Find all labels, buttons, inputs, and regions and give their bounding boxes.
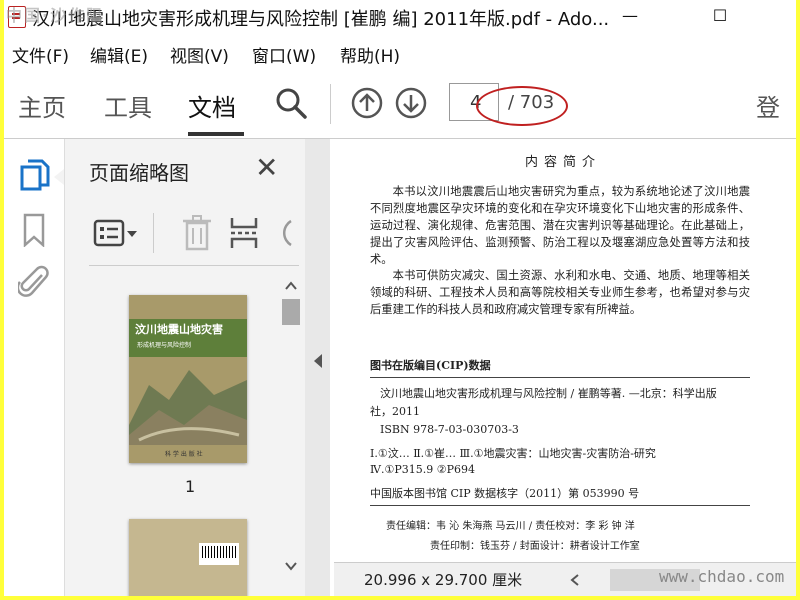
thumbnail-panel: 页面缩略图 ✕ 汶川地震山地灾害 形成机理与风险控制 科 学 出 版 社 1 [65,139,305,596]
menu-window[interactable]: 窗口(W) [252,42,316,67]
cip-rule-bottom [370,505,750,506]
cip-class-1: Ⅰ.①汶… Ⅱ.①崔… Ⅲ.①地震灾害：山地灾害-灾害防治-研究 [370,447,656,460]
menu-file[interactable]: 文件(F) [12,42,69,67]
attachment-icon[interactable] [18,265,50,301]
panel-splitter[interactable] [305,139,330,596]
maximize-button[interactable]: ☐ [700,4,740,28]
thumbnail-list: 汶川地震山地灾害 形成机理与风险控制 科 学 出 版 社 1 [89,279,275,596]
credits-line-2: 责任印制：钱玉芬 / 封面设计：耕者设计工作室 [430,541,640,552]
bookmark-icon[interactable] [22,213,46,247]
scroll-down-icon[interactable] [284,559,298,573]
credits-line-1: 责任编辑：韦 沁 朱海燕 马云川 / 责任校对：李 彩 钟 洋 [386,521,635,532]
scroll-up-icon[interactable] [284,279,298,293]
cip-class-2: Ⅳ.①P315.9 ②P694 [370,463,475,476]
thumbnail-scrollbar[interactable] [280,279,302,579]
menu-bar: 文件(F) 编辑(E) 视图(V) 窗口(W) 帮助(H) [4,36,796,68]
next-page-icon[interactable] [394,86,428,120]
doc-paragraph-1: 本书以汶川地震震后山地灾害研究为重点，较为系统地论述了汶川地震不同烈度地震区孕灾… [370,185,750,266]
panel-title: 页面缩略图 [89,161,189,185]
menu-view[interactable]: 视图(V) [170,42,229,67]
doc-paragraph-2: 本书可供防灾减灾、国土资源、水利和水电、交通、地质、地理等相关领域的科研、工程技… [370,269,750,316]
barcode [199,543,239,565]
trash-icon[interactable] [181,215,213,251]
thumbnail-options-icon[interactable] [93,219,139,247]
scrollbar-thumb[interactable] [282,299,300,325]
sign-in-button[interactable]: 登 [756,88,780,123]
previous-page-icon[interactable] [350,86,384,120]
extract-pages-icon[interactable] [229,215,259,251]
toolbar-separator [330,84,331,124]
tab-home[interactable]: 主页 [18,88,66,123]
toolbar: 主页 工具 文档 4 / 703 登 [4,72,796,139]
minimize-button[interactable]: — [610,4,650,28]
page-thumbnails-icon[interactable] [20,159,50,193]
tab-document[interactable]: 文档 [188,88,236,123]
watermark-top-left: 中国·沙作阻 [6,6,105,25]
search-icon[interactable] [274,86,308,120]
close-icon[interactable]: ✕ [255,151,278,184]
cip-line-1: 汶川地震山地灾害形成机理与风险控制 / 崔鹏等著. —北京：科学出版 [380,387,717,400]
navigation-rail [4,139,65,596]
collapse-panel-icon[interactable] [313,353,323,369]
cip-heading: 图书在版编目(CIP)数据 [370,359,491,372]
thumbnail-page-1[interactable]: 汶川地震山地灾害 形成机理与风险控制 科 学 出 版 社 [129,295,247,463]
app-window: 汉川地震山地灾害形成机理与风险控制 [崔鹏 编] 2011年版.pdf - Ad… [4,0,796,596]
cip-number: 中国版本图书馆 CIP 数据核字（2011）第 053990 号 [370,487,640,500]
thumbnail-page-2[interactable] [129,519,247,596]
scroll-left-icon[interactable] [570,573,580,587]
panel-toolbar [89,205,299,266]
window-title: 汉川地震山地灾害形成机理与风险控制 [崔鹏 编] 2011年版.pdf - Ad… [32,9,610,30]
cover-title: 汶川地震山地灾害 [135,323,223,336]
active-tab-indicator [188,132,244,136]
page-dimensions: 20.996 x 29.700 厘米 [364,571,523,589]
cover-publisher: 科 学 出 版 社 [165,451,203,458]
doc-heading: 内容简介 [524,155,601,170]
rotate-page-icon[interactable] [275,217,295,249]
document-view: 内容简介 本书以汶川地震震后山地灾害研究为重点，较为系统地论述了汶川地震不同烈度… [330,139,796,596]
menu-help[interactable]: 帮助(H) [340,42,400,67]
thumbnail-page-label: 1 [185,477,196,496]
menu-edit[interactable]: 编辑(E) [90,42,148,67]
panel-pointer [54,169,64,185]
cover-mountain-image [129,370,247,445]
panel-tools-separator [153,213,154,253]
cip-line-2: 社，2011 [370,405,420,418]
tab-tools[interactable]: 工具 [104,88,152,123]
annotation-oval [476,86,568,126]
cover-subtitle: 形成机理与风险控制 [137,342,192,349]
cip-rule-top [370,377,750,378]
title-bar: 汉川地震山地灾害形成机理与风险控制 [崔鹏 编] 2011年版.pdf - Ad… [4,0,796,34]
watermark-bottom-right: www.chdao.com [659,567,785,586]
cip-isbn: ISBN 978-7-03-030703-3 [380,423,519,436]
